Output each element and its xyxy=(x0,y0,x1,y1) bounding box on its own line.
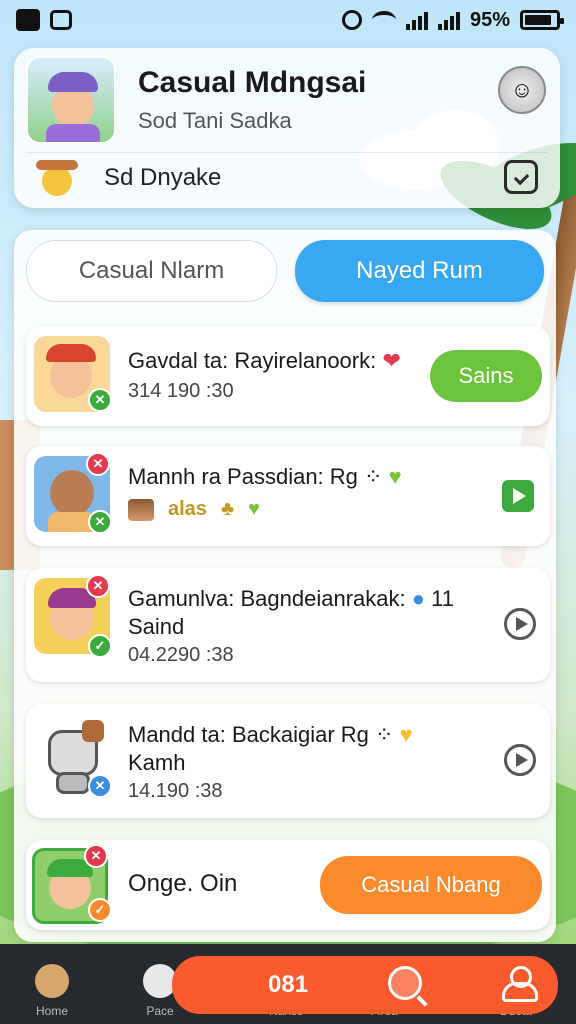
user-name: Sd Dnyake xyxy=(104,164,222,191)
row-subtitle: Saind xyxy=(128,614,185,639)
main-panel: Casual Nlarm Nayed Rum ✕ Gavdal ta: Rayi… xyxy=(14,230,556,942)
row-badge-icon: ✓ xyxy=(88,634,112,658)
robot-arm xyxy=(82,720,104,742)
app-subtitle: Sod Tani Sadka xyxy=(138,108,292,133)
profile-avatar[interactable] xyxy=(26,56,116,144)
sticker-text: alas xyxy=(168,498,207,520)
row-time: 314 190 :30 xyxy=(128,380,234,402)
header-divider xyxy=(26,152,548,153)
row-title: Onge. Oin xyxy=(128,870,238,897)
paint-icon: ● xyxy=(411,586,426,611)
signal-icon xyxy=(405,10,428,30)
nav-home[interactable]: Home xyxy=(12,964,92,1018)
robot-body xyxy=(56,772,90,794)
center-count: 081 xyxy=(268,971,309,998)
row-subtitle: Kamh xyxy=(128,750,186,775)
wifi-icon xyxy=(371,11,396,29)
list-item[interactable]: ✕ ✕ Mannh ra Passdian: Rg ⁘ ♥ alas ♣ ♥ xyxy=(26,446,550,546)
row-title: Mandd ta: Backaigiar Rg ⁘ ♥ xyxy=(128,722,413,747)
header-card: Casual Mdngsai Sod Tani Sadka ☺ Sd Dnyak… xyxy=(14,48,560,208)
play-button[interactable] xyxy=(502,480,534,512)
row-badge-icon: ✕ xyxy=(88,388,112,412)
row-title: Mannh ra Passdian: Rg ⁘ ♥ xyxy=(128,464,402,489)
tab-bar: Casual Nlarm Nayed Rum xyxy=(26,240,544,302)
heart-icon: ♥ xyxy=(388,464,402,489)
nav-label: Home xyxy=(35,1004,68,1018)
heart-icon: ❤ xyxy=(382,348,401,373)
nav-label: Pace xyxy=(146,1004,174,1018)
sains-button[interactable]: Sains xyxy=(430,350,542,402)
heart-icon: ♥ xyxy=(399,722,413,747)
action-bar[interactable]: 081 xyxy=(172,956,558,1014)
list-item[interactable]: ✕ Mandd ta: Backaigiar Rg ⁘ ♥ Kamh 14.19… xyxy=(26,704,550,818)
row-badge-icon: ✕ xyxy=(88,510,112,534)
row-badge-icon: ✓ xyxy=(88,898,112,922)
thumbnail-icon xyxy=(128,498,154,521)
alarm-icon xyxy=(341,10,362,30)
share-icon[interactable] xyxy=(504,160,538,194)
avatar-face xyxy=(50,470,94,516)
coin-icon[interactable]: ☺ xyxy=(498,66,546,114)
search-icon[interactable] xyxy=(388,966,422,1000)
bottom-nav: Home Pace Nanss Flrea Duoat 081 xyxy=(0,944,576,1024)
app-title: Casual Mdngsai xyxy=(138,66,367,99)
row-top-badge-icon: ✕ xyxy=(84,844,108,868)
status-right: 95% xyxy=(341,8,564,32)
play-button[interactable] xyxy=(504,744,536,776)
list-item[interactable]: ✕ ✓ Onge. Oin Casual Nbang xyxy=(26,840,550,930)
casual-nbang-button[interactable]: Casual Nbang xyxy=(320,856,542,914)
battery-icon xyxy=(520,10,564,30)
row-title: Gavdal ta: Rayirelanoork: ❤ xyxy=(128,348,401,373)
plant-icon: ♣ xyxy=(220,498,235,520)
status-bar: 95% xyxy=(0,0,576,40)
avatar-hat xyxy=(48,72,98,92)
row-time: 14.190 :38 xyxy=(128,780,223,802)
list-item[interactable]: ✕ ✓ Gamunlva: Bagndeianrakak: ● 11 Saind… xyxy=(26,568,550,682)
profile-icon[interactable] xyxy=(502,966,538,1002)
robot-notification-icon xyxy=(50,10,72,30)
avatar-shirt xyxy=(46,124,100,142)
row-top-badge-icon: ✕ xyxy=(86,452,110,476)
row-title: Gamunlva: Bagndeianrakak: ● 11 xyxy=(128,586,455,611)
mascot-hat xyxy=(36,160,78,170)
status-left xyxy=(16,9,72,31)
list-item[interactable]: ✕ Gavdal ta: Rayirelanoork: ❤ 314 190 :3… xyxy=(26,326,550,426)
mascot-body xyxy=(42,166,72,196)
battery-percent: 95% xyxy=(469,8,510,31)
row-badge-icon: ✕ xyxy=(88,774,112,798)
home-icon xyxy=(35,964,69,998)
row-top-badge-icon: ✕ xyxy=(86,574,110,598)
row-emoji-strip: alas ♣ ♥ xyxy=(128,498,260,521)
signal-icon-2 xyxy=(437,10,460,30)
avatar-hat xyxy=(46,344,96,362)
app-notification-icon xyxy=(16,9,40,31)
mascot-icon xyxy=(36,158,80,202)
play-button[interactable] xyxy=(504,608,536,640)
row-time: 04.2290 :38 xyxy=(128,644,234,666)
tab-nayed[interactable]: Nayed Rum xyxy=(295,240,544,302)
tab-casual[interactable]: Casual Nlarm xyxy=(26,240,277,302)
heart-icon: ♥ xyxy=(248,498,260,520)
